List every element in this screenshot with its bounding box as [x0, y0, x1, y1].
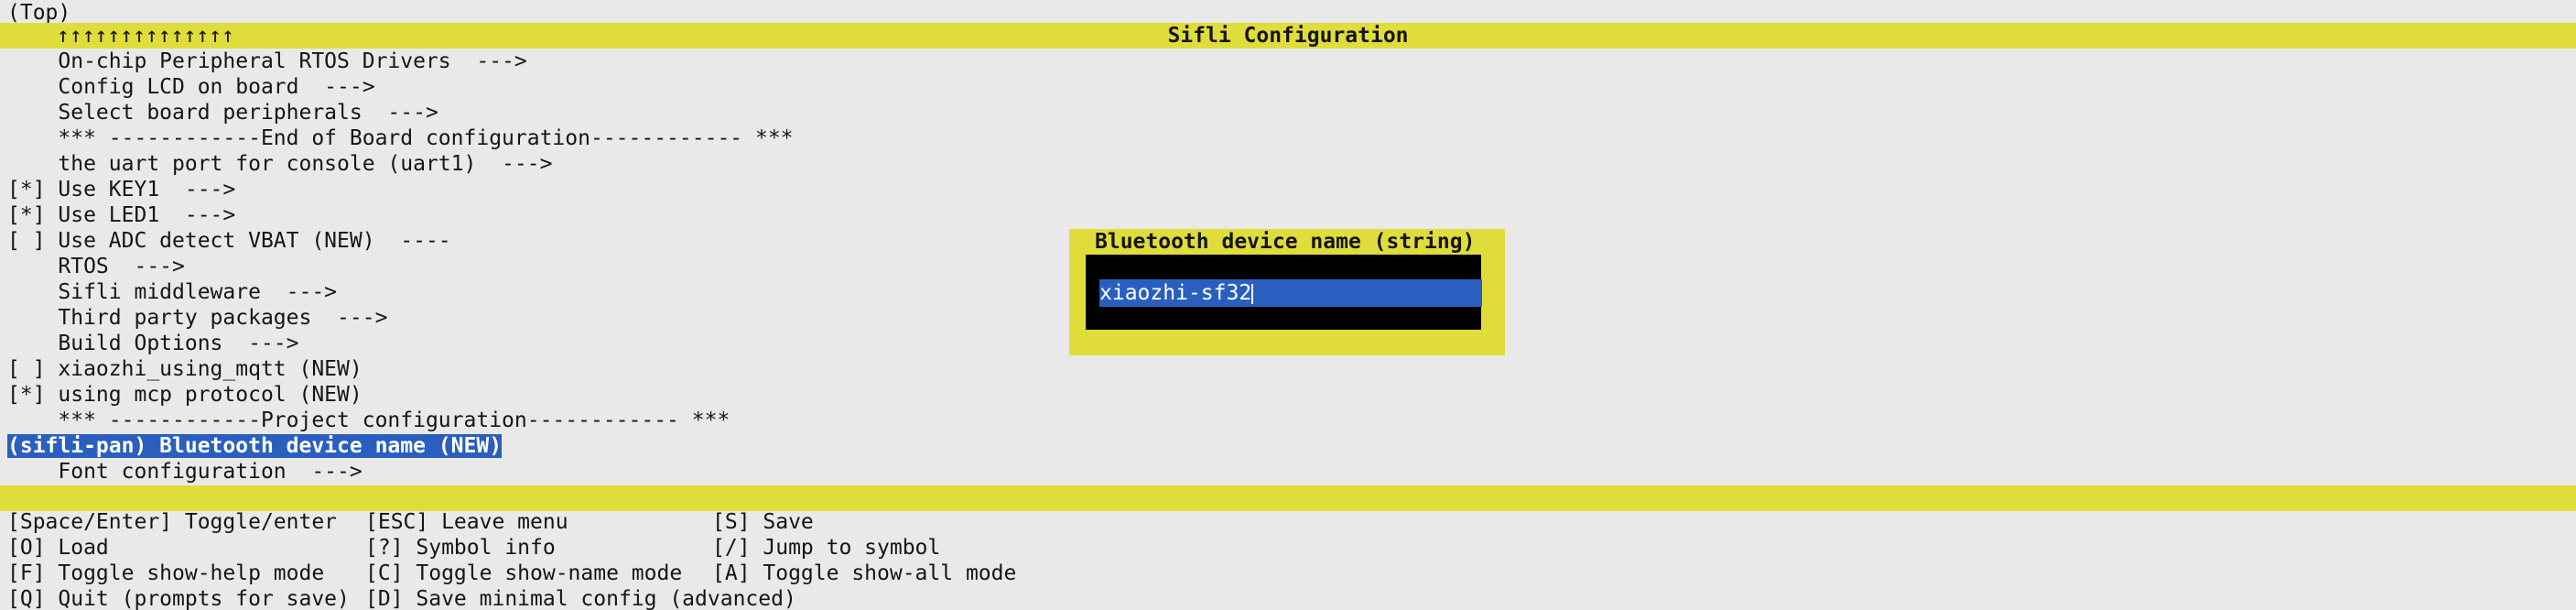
string-input-dialog: Bluetooth device name (string) xiaozhi-s…: [1069, 229, 1505, 355]
menu-comment: *** ------------Project configuration---…: [7, 408, 731, 432]
menu-item[interactable]: [*] using mcp protocol (NEW): [0, 382, 2576, 408]
menu-comment: *** ------------End of Board configurati…: [7, 126, 794, 150]
help-keys: [Space/Enter] Toggle/enter [ESC] Leave m…: [7, 509, 1016, 610]
help-key: [ESC] Leave menu: [365, 510, 568, 534]
help-key: [C] Toggle show-name mode: [365, 561, 683, 585]
help-key: [Space/Enter] Toggle/enter: [7, 510, 338, 534]
page-title: Sifli Configuration: [1167, 24, 1409, 48]
help-row: [Space/Enter] Toggle/enter [ESC] Leave m…: [7, 509, 1016, 535]
menu-item[interactable]: Select board peripherals --->: [0, 100, 2576, 125]
location-indicator: (Top): [7, 1, 71, 25]
help-key: [?] Symbol info: [365, 536, 556, 560]
selected-item-label[interactable]: (sifli-pan) Bluetooth device name (NEW): [7, 434, 503, 458]
text-cursor: [1251, 283, 1254, 304]
dialog-input-box: xiaozhi-sf32: [1086, 255, 1482, 330]
menu-item[interactable]: Font configuration --->: [0, 459, 2576, 485]
menu-item[interactable]: [*] Use LED1 --->: [0, 202, 2576, 228]
help-row: [F] Toggle show-help mode [C] Toggle sho…: [7, 561, 1016, 586]
help-key: [O] Load: [7, 536, 109, 560]
help-key: [F] Toggle show-help mode: [7, 561, 325, 585]
title-bar: ↑↑↑↑↑↑↑↑↑↑↑↑↑↑ Sifli Configuration: [0, 23, 2576, 49]
menu-item[interactable]: On-chip Peripheral RTOS Drivers --->: [0, 49, 2576, 74]
help-key: [D] Save minimal config (advanced): [365, 587, 796, 610]
menu-item-selected[interactable]: (sifli-pan) Bluetooth device name (NEW): [0, 433, 2576, 459]
help-key: [Q] Quit (prompts for save): [7, 587, 350, 610]
help-row: [O] Load [?] Symbol info [/] Jump to sym…: [7, 535, 1016, 561]
help-row: [Q] Quit (prompts for save) [D] Save min…: [7, 586, 1016, 610]
dialog-title: Bluetooth device name (string): [1095, 230, 1476, 254]
device-name-input[interactable]: xiaozhi-sf32: [1099, 279, 1482, 307]
help-key: [A] Toggle show-all mode: [712, 561, 1017, 585]
device-name-value: xiaozhi-sf32: [1099, 281, 1252, 305]
help-key: [/] Jump to symbol: [712, 536, 941, 560]
menu-item[interactable]: [*] Use KEY1 --->: [0, 177, 2576, 202]
menu-item[interactable]: [ ] xiaozhi_using_mqtt (NEW): [0, 356, 2576, 382]
menu-item[interactable]: the uart port for console (uart1) --->: [0, 151, 2576, 177]
help-key: [S] Save: [712, 510, 814, 534]
bottom-bar: [0, 485, 2576, 511]
menu-item[interactable]: Config LCD on board --->: [0, 74, 2576, 100]
